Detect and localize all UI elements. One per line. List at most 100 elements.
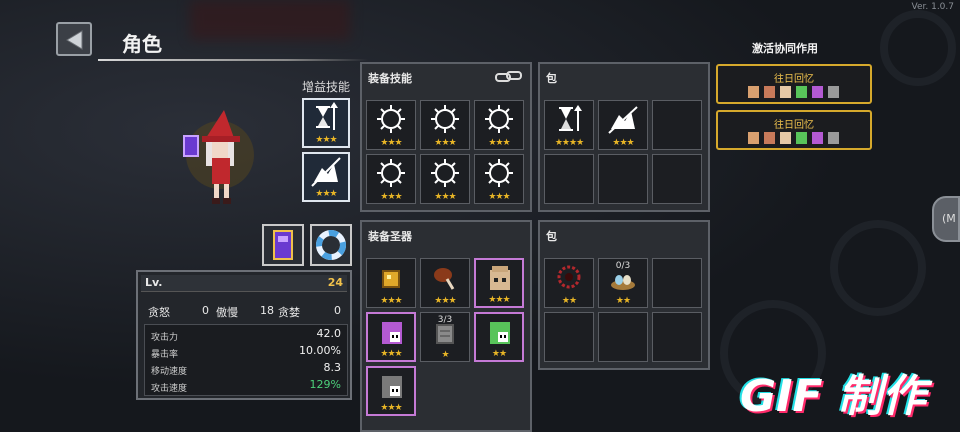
boot-slash-icon xyxy=(608,106,638,134)
version-label: Ver. 1.0.7 xyxy=(911,2,955,12)
equipped-relic-slot[interactable]: ★★★ xyxy=(366,312,416,362)
synergy-card[interactable]: 往日回忆 xyxy=(716,64,872,104)
lifebuoy-icon xyxy=(316,230,346,260)
equipped-skill-slot[interactable]: ★★★ xyxy=(474,100,524,150)
star-rating: ★ xyxy=(441,350,449,360)
synergy-name: 往日回忆 xyxy=(774,74,814,85)
spiked-orb-icon xyxy=(431,159,459,187)
empty-slot[interactable] xyxy=(544,312,594,362)
star-rating: ★★★ xyxy=(434,138,456,148)
green-ghost-icon xyxy=(490,322,510,344)
star-rating: ★★★ xyxy=(434,296,456,306)
equipped-relic-slot[interactable]: ★★ xyxy=(474,312,524,362)
empty-slot[interactable] xyxy=(652,258,702,308)
star-rating: ★★★ xyxy=(380,349,402,359)
equipped-skill-slot[interactable]: ★★★ xyxy=(474,154,524,204)
background-circle xyxy=(880,10,956,86)
empty-slot[interactable] xyxy=(652,154,702,204)
level-label: Lv. xyxy=(145,276,163,289)
spiked-orb-icon xyxy=(485,105,513,133)
rage-label: 贪怒 xyxy=(148,306,170,319)
arrogance-label: 傲慢 xyxy=(216,306,238,319)
synergy-member-icon xyxy=(764,132,775,144)
synergy-title: 激活协同作用 xyxy=(752,42,818,55)
spellbook-icon xyxy=(273,230,293,260)
bag-skill-slot[interactable]: ★★★ xyxy=(598,100,648,150)
bonus-skill-slot[interactable]: ★★★ xyxy=(302,152,350,202)
background-glow xyxy=(190,0,350,40)
star-rating: ★★★ xyxy=(612,138,634,148)
stat-label: 攻击速度 xyxy=(151,384,188,394)
page-title: 角色 xyxy=(122,32,162,56)
star-rating: ★★★ xyxy=(315,135,337,145)
bonus-skill-slot[interactable]: ★★★ xyxy=(302,98,350,148)
spiked-orb-icon xyxy=(377,105,405,133)
detail-stats: 攻击力 42.0 暴击率 10.00% 移动速度 8.3 攻击速度 129% xyxy=(144,324,348,396)
side-menu-button[interactable]: (M xyxy=(932,196,960,242)
star-rating: ★★ xyxy=(491,349,507,359)
spiked-orb-icon xyxy=(431,105,459,133)
slot-count: 0/3 xyxy=(615,261,631,271)
synergy-member-icon xyxy=(780,86,791,98)
empty-slot[interactable] xyxy=(544,154,594,204)
synergy-member-icon xyxy=(796,86,807,98)
equipped-relic-slot[interactable]: ★★★ xyxy=(366,258,416,308)
synergy-member-icon xyxy=(764,86,775,98)
equipped-relic-slot[interactable]: ★★★ xyxy=(474,258,524,308)
title-underline xyxy=(98,59,368,61)
stat-row: 攻击力 42.0 xyxy=(151,327,341,343)
stat-value: 42.0 xyxy=(316,327,342,340)
chain-link-icon[interactable] xyxy=(494,70,524,84)
spiked-orb-icon xyxy=(377,159,405,187)
stat-label: 攻击力 xyxy=(151,333,179,343)
star-rating: ★★★ xyxy=(380,192,402,202)
grey-ghost-icon xyxy=(382,376,402,398)
empty-slot[interactable] xyxy=(598,312,648,362)
star-rating: ★★★ xyxy=(434,192,456,202)
bag-skill-slot[interactable]: ★★★★ xyxy=(544,100,594,150)
gold-cube-icon xyxy=(382,270,400,288)
back-button[interactable] xyxy=(56,22,92,56)
equipped-skill-slot[interactable]: ★★★ xyxy=(366,154,416,204)
skill-bag-title: 包 xyxy=(546,72,557,85)
bag-relic-slot[interactable]: 0/3 ★★ xyxy=(598,258,648,308)
side-menu-label: (M xyxy=(942,212,956,225)
synergy-card[interactable]: 往日回忆 xyxy=(716,110,872,150)
stat-label: 暴击率 xyxy=(151,350,179,360)
boot-slash-icon xyxy=(311,157,341,187)
synergy-member-icon xyxy=(796,132,807,144)
meat-club-icon xyxy=(434,268,455,290)
synergy-member-icon xyxy=(828,132,839,144)
hourglass-arrow-icon xyxy=(559,105,582,131)
bonus-skills-label: 增益技能 xyxy=(302,80,351,94)
synergy-member-icon xyxy=(812,86,823,98)
equipped-relic-slot[interactable]: ★★★ xyxy=(420,258,470,308)
star-rating: ★★★ xyxy=(488,295,510,305)
empty-slot[interactable] xyxy=(598,154,648,204)
hero-character xyxy=(180,110,260,214)
stat-value: 0 xyxy=(334,304,341,317)
star-rating: ★★★ xyxy=(488,192,510,202)
star-rating: ★★★★ xyxy=(554,138,584,148)
equipped-skill-slot[interactable]: ★★★ xyxy=(420,100,470,150)
empty-slot[interactable] xyxy=(652,312,702,362)
equipped-relic-slot[interactable]: ★★★ xyxy=(366,366,416,416)
stat-value: 8.3 xyxy=(323,361,342,374)
stat-row: 移动速度 8.3 xyxy=(151,361,341,377)
item-button-spellbook[interactable] xyxy=(262,224,304,266)
empty-slot[interactable] xyxy=(652,100,702,150)
item-button-lifebuoy[interactable] xyxy=(310,224,352,266)
background-circle xyxy=(830,220,926,316)
equipped-skill-slot[interactable]: ★★★ xyxy=(366,100,416,150)
skill-bag-panel: 包 ★★★★ ★★★ xyxy=(538,62,710,212)
stat-value: 129% xyxy=(309,378,341,391)
synergy-icons xyxy=(748,86,839,98)
greed-value: 18 xyxy=(260,304,274,317)
equipped-relic-slot[interactable]: 3/3 ★ xyxy=(420,312,470,362)
bag-relic-slot[interactable]: ★★ xyxy=(544,258,594,308)
equip-relics-title: 装备圣器 xyxy=(368,230,412,243)
synergy-member-icon xyxy=(748,86,759,98)
sack-face-icon xyxy=(490,266,510,290)
equipped-skill-slot[interactable]: ★★★ xyxy=(420,154,470,204)
relic-bag-panel: 包 ★★ 0/3 ★★ xyxy=(538,220,710,370)
